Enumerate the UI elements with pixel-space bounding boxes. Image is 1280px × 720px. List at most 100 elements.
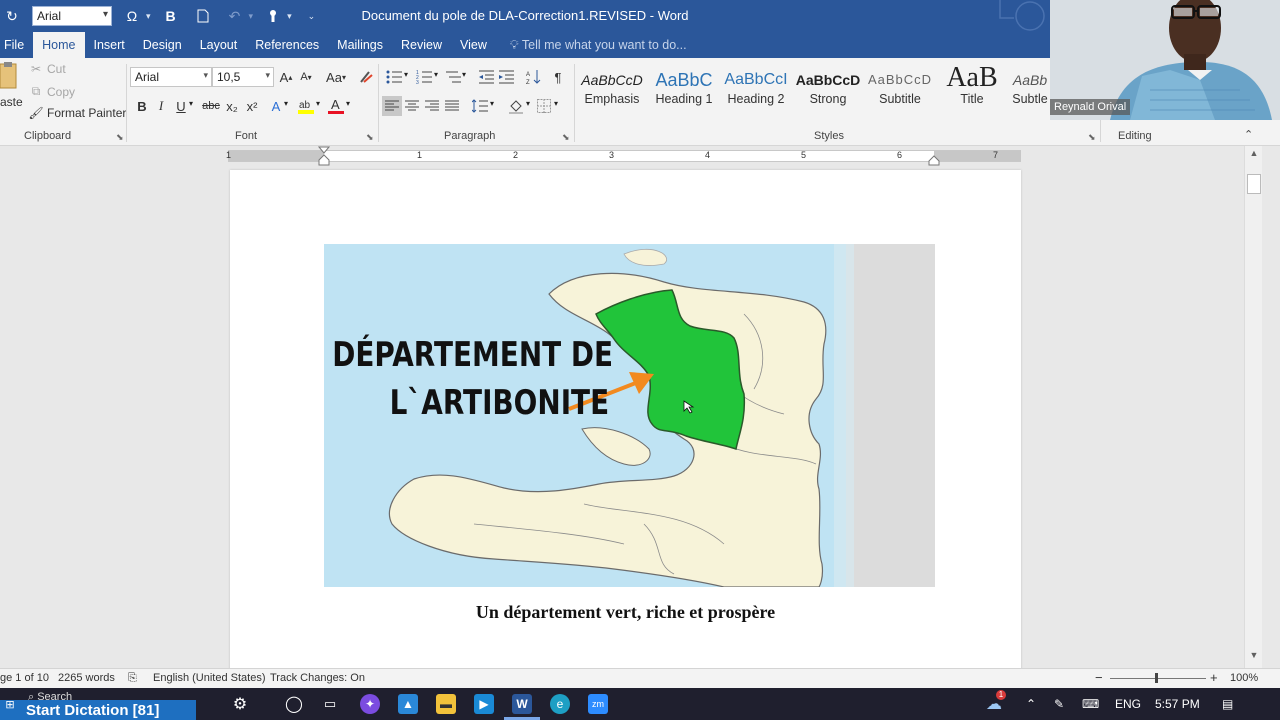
indent-marker-icon[interactable] [318, 146, 330, 166]
document-area[interactable]: DÉPARTEMENT DE L`ARTIBONITE Un départeme… [0, 166, 1244, 668]
justify-icon[interactable] [442, 96, 462, 116]
style-title[interactable]: AaB Title [936, 64, 1008, 114]
media-player-icon[interactable]: ▶ [474, 694, 494, 714]
undo-dropdown-icon[interactable]: ▾ [249, 11, 254, 22]
font-color-dropdown-icon[interactable]: ▾ [346, 99, 350, 108]
strikethrough-button[interactable]: abc [200, 96, 222, 116]
qat-font-combo[interactable]: Arial [32, 6, 112, 26]
search-box[interactable]: ⌕ Search [28, 691, 248, 700]
change-case-button[interactable]: Aa ▾ [322, 67, 350, 87]
font-color-button[interactable]: A [326, 96, 346, 116]
bullets-dropdown-icon[interactable]: ▾ [404, 70, 408, 79]
underline-button[interactable]: U [171, 96, 191, 116]
zoom-out-icon[interactable]: − [1095, 670, 1103, 685]
zoom-slider[interactable] [1110, 678, 1206, 679]
tell-me-box[interactable]: 💡︎ Tell me what you want to do... [496, 34, 687, 58]
line-spacing-icon[interactable] [470, 96, 490, 116]
autosave-refresh-icon[interactable]: ↻ [0, 4, 24, 28]
text-effects-dropdown-icon[interactable]: ▾ [284, 99, 288, 108]
italic-button[interactable]: I [151, 96, 171, 116]
tab-references[interactable]: References [246, 34, 328, 58]
input-language[interactable]: ENG [1115, 697, 1141, 711]
right-indent-marker-icon[interactable] [928, 154, 940, 166]
symbol-omega-button[interactable]: Ω [120, 4, 144, 28]
tab-review[interactable]: Review [392, 34, 451, 58]
zoom-in-icon[interactable]: + [1210, 670, 1218, 685]
font-size-combo[interactable]: 10,5 [212, 67, 274, 87]
style-emphasis[interactable]: AaBbCcD Emphasis [576, 64, 648, 114]
show-formatting-marks-icon[interactable]: ¶ [548, 67, 568, 87]
subscript-button[interactable]: x₂ [222, 96, 242, 116]
scroll-up-icon[interactable]: ▲ [1245, 148, 1263, 164]
horizontal-ruler[interactable]: 1 1 2 3 4 5 6 7 [0, 146, 1280, 166]
touch-dropdown-icon[interactable]: ▾ [287, 11, 292, 22]
numbering-icon[interactable]: 123 [414, 67, 434, 87]
borders-icon[interactable] [534, 96, 554, 116]
styles-launcher-icon[interactable]: ⬊ [1088, 132, 1096, 143]
font-launcher-icon[interactable]: ⬊ [366, 132, 374, 143]
track-changes-status[interactable]: Track Changes: On [270, 672, 365, 684]
windows-start-icon[interactable]: ⊞ [0, 694, 20, 714]
text-effects-icon[interactable]: A [266, 96, 286, 116]
bullets-icon[interactable] [384, 67, 404, 87]
customize-qat-icon[interactable]: ⌄ [308, 11, 316, 22]
qat-bold-button[interactable]: B [159, 4, 183, 28]
word-count[interactable]: 2265 words [58, 672, 115, 684]
superscript-button[interactable]: x² [242, 96, 262, 116]
grow-font-button[interactable]: A ▴ [276, 67, 296, 87]
align-left-icon[interactable] [382, 96, 402, 116]
shading-icon[interactable] [506, 96, 526, 116]
scroll-down-icon[interactable]: ▼ [1245, 650, 1263, 666]
underline-dropdown-icon[interactable]: ▾ [189, 99, 193, 108]
tab-home[interactable]: Home [33, 32, 85, 58]
undo-icon[interactable]: ↶ [223, 4, 247, 28]
shrink-font-button[interactable]: A ▾ [296, 67, 316, 87]
messenger-icon[interactable]: ✦ [360, 694, 380, 714]
style-heading-2[interactable]: AaBbCcI Heading 2 [720, 64, 792, 114]
decrease-indent-icon[interactable] [476, 67, 496, 87]
align-right-icon[interactable] [422, 96, 442, 116]
touch-mode-icon[interactable] [261, 4, 285, 28]
scroll-thumb[interactable] [1247, 174, 1261, 194]
keyboard-icon[interactable]: ⌨ [1082, 697, 1099, 711]
document-page[interactable]: DÉPARTEMENT DE L`ARTIBONITE Un départeme… [230, 170, 1021, 668]
tab-insert[interactable]: Insert [85, 34, 134, 58]
zoom-level[interactable]: 100% [1230, 672, 1258, 684]
style-heading-1[interactable]: AaBbC Heading 1 [648, 64, 720, 114]
format-painter-button[interactable]: 🖌︎ Format Painter [28, 106, 126, 120]
task-view-icon[interactable]: ▭ [320, 694, 340, 714]
sort-icon[interactable]: AZ [524, 67, 544, 87]
multilevel-list-icon[interactable] [443, 67, 463, 87]
chevron-down-icon[interactable]: ▾ [146, 11, 151, 22]
edge-icon[interactable]: e [550, 694, 570, 714]
tab-mailings[interactable]: Mailings [328, 34, 392, 58]
cut-button[interactable]: ✂ Cut [28, 62, 66, 76]
copy-button[interactable]: ⧉ Copy [28, 84, 75, 99]
paste-button[interactable]: aste [0, 62, 23, 109]
proofing-icon[interactable]: ⎘ [128, 672, 137, 685]
multilevel-dropdown-icon[interactable]: ▾ [462, 70, 466, 79]
vertical-scrollbar[interactable]: ▲ ▼ [1244, 146, 1262, 668]
tab-view[interactable]: View [451, 34, 496, 58]
show-hidden-icons-icon[interactable]: ⌃ [1026, 697, 1036, 711]
align-center-icon[interactable] [402, 96, 422, 116]
tab-file[interactable]: File [0, 34, 33, 58]
paragraph-launcher-icon[interactable]: ⬊ [562, 132, 570, 143]
word-app-icon[interactable]: W [512, 694, 532, 714]
increase-indent-icon[interactable] [496, 67, 516, 87]
font-name-combo[interactable]: Arial [130, 67, 212, 87]
clear-formatting-icon[interactable] [356, 67, 376, 87]
photos-icon[interactable]: ▲ [398, 694, 418, 714]
zoom-icon[interactable]: zm [588, 694, 608, 714]
new-document-icon[interactable] [191, 4, 215, 28]
page-count[interactable]: ge 1 of 10 [0, 672, 49, 684]
borders-dropdown-icon[interactable]: ▾ [554, 99, 558, 108]
style-subtitle[interactable]: AaBbCcD Subtitle [864, 64, 936, 114]
start-dictation-banner[interactable]: Start Dictation [81] [0, 700, 196, 720]
shading-dropdown-icon[interactable]: ▾ [526, 99, 530, 108]
numbering-dropdown-icon[interactable]: ▾ [434, 70, 438, 79]
collapse-ribbon-icon[interactable]: ⌃ [1244, 128, 1253, 141]
artibonite-map-image[interactable]: DÉPARTEMENT DE L`ARTIBONITE [324, 244, 935, 587]
action-center-icon[interactable]: ▤ [1222, 697, 1233, 711]
highlight-button[interactable]: ab [296, 96, 316, 116]
